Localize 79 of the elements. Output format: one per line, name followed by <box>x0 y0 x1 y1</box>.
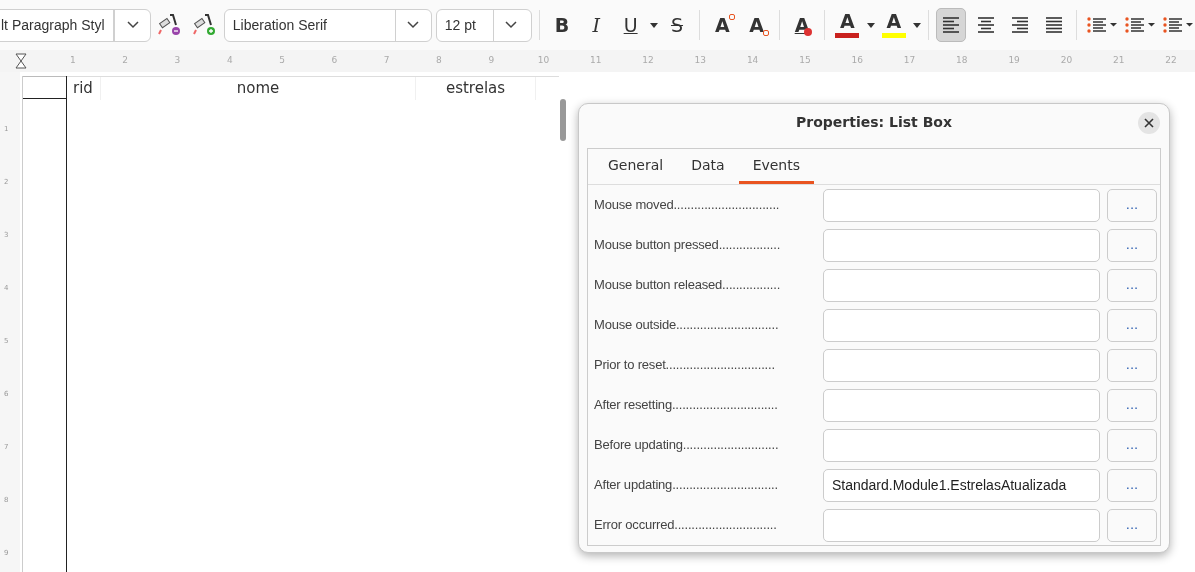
scrollbar-thumb[interactable] <box>560 99 566 141</box>
font-color-button[interactable]: A <box>832 8 863 42</box>
dialog-title: Properties: List Box <box>796 112 952 132</box>
close-button[interactable] <box>1138 112 1160 134</box>
event-label: After resetting............................... <box>594 396 779 415</box>
ruler-number: 8 <box>436 54 442 67</box>
align-left-icon[interactable] <box>935 8 967 42</box>
ruler-number: 6 <box>331 54 338 67</box>
ruler-number: 15 <box>799 54 811 67</box>
subscript-button[interactable]: A <box>741 8 772 42</box>
ruler-number: 11 <box>590 54 602 67</box>
event-field[interactable] <box>823 428 1100 462</box>
event-label: Mouse moved............................... <box>594 196 781 215</box>
ruler-number: 4 <box>226 54 233 67</box>
browse-button[interactable]: ... <box>1107 348 1157 382</box>
dropdown-icon[interactable] <box>649 22 658 28</box>
superscript-button[interactable]: A <box>707 8 738 42</box>
ruler-number: 18 <box>956 54 968 67</box>
ruler-number: 17 <box>903 54 916 67</box>
ruler-number: 2 <box>122 54 129 67</box>
event-label: Prior to reset................................ <box>594 356 776 375</box>
browse-button[interactable]: ... <box>1107 268 1157 302</box>
ruler-number: 16 <box>851 54 863 67</box>
column-header[interactable]: rid <box>67 77 101 100</box>
dropdown-icon[interactable] <box>866 22 875 28</box>
event-field[interactable] <box>823 348 1100 382</box>
dialog-tab[interactable]: Data <box>677 149 739 184</box>
event-label: After updating............................... <box>594 476 779 495</box>
dropdown-icon[interactable] <box>505 21 518 29</box>
ruler-number: 13 <box>694 54 707 67</box>
event-field[interactable] <box>823 508 1100 542</box>
paragraph-style-field[interactable]: lt Paragraph Styl <box>0 8 151 42</box>
ruler-number: 21 <box>1113 54 1125 67</box>
strikethrough-button[interactable]: S <box>661 8 693 42</box>
event-field[interactable] <box>823 228 1100 262</box>
ruler-number: 10 <box>537 54 550 67</box>
event-label: Mouse button pressed.................. <box>594 236 782 255</box>
browse-button[interactable]: ... <box>1107 428 1157 462</box>
ruler-number: 3 <box>174 54 181 67</box>
ruler-number: 14 <box>746 54 759 67</box>
ruler-number: 7 <box>383 54 390 67</box>
ruler-number: 5 <box>279 54 285 67</box>
close-icon[interactable] <box>1144 118 1154 128</box>
ruler-number: 19 <box>1008 54 1020 67</box>
browse-button[interactable]: ... <box>1107 228 1157 262</box>
italic-button[interactable]: I <box>581 8 612 42</box>
event-field[interactable]: Standard.Module1.EstrelasAtualizada <box>823 468 1100 502</box>
event-label: Error occurred.............................. <box>594 516 778 535</box>
highlight-button[interactable]: A <box>878 8 909 42</box>
ruler-number: 12 <box>642 54 654 67</box>
font-name-field[interactable]: Liberation Serif <box>223 8 432 42</box>
event-field[interactable] <box>823 308 1100 342</box>
column-header[interactable]: nome <box>101 77 416 100</box>
ruler-number: 1 <box>70 54 76 67</box>
event-label: Before updating............................ <box>594 436 780 455</box>
indent-marker-icon[interactable] <box>15 53 27 69</box>
ruler-number: 20 <box>1060 54 1073 67</box>
ruler-number: 9 <box>488 54 495 67</box>
event-field[interactable] <box>823 388 1100 422</box>
event-label: Mouse button released................. <box>594 276 782 295</box>
event-field[interactable] <box>823 188 1100 222</box>
dialog-tab[interactable]: Events <box>738 149 815 184</box>
dropdown-icon[interactable] <box>912 22 921 28</box>
underline-button[interactable]: U <box>615 8 646 42</box>
browse-button[interactable]: ... <box>1107 308 1157 342</box>
dropdown-icon[interactable] <box>407 21 420 29</box>
row-header-cell <box>23 76 66 99</box>
ruler-number: 22 <box>1165 54 1177 67</box>
dropdown-icon[interactable] <box>126 21 139 29</box>
event-label: Mouse outside.............................. <box>594 316 780 335</box>
bold-button[interactable]: B <box>546 8 578 42</box>
browse-button[interactable]: ... <box>1107 188 1157 222</box>
browse-button[interactable]: ... <box>1107 468 1157 502</box>
dialog-tab[interactable]: General <box>594 149 678 184</box>
event-field[interactable] <box>823 268 1100 302</box>
browse-button[interactable]: ... <box>1107 388 1157 422</box>
column-header[interactable]: estrelas <box>416 77 536 100</box>
font-size-field[interactable]: 12 pt <box>435 8 532 42</box>
browse-button[interactable]: ... <box>1107 508 1157 542</box>
